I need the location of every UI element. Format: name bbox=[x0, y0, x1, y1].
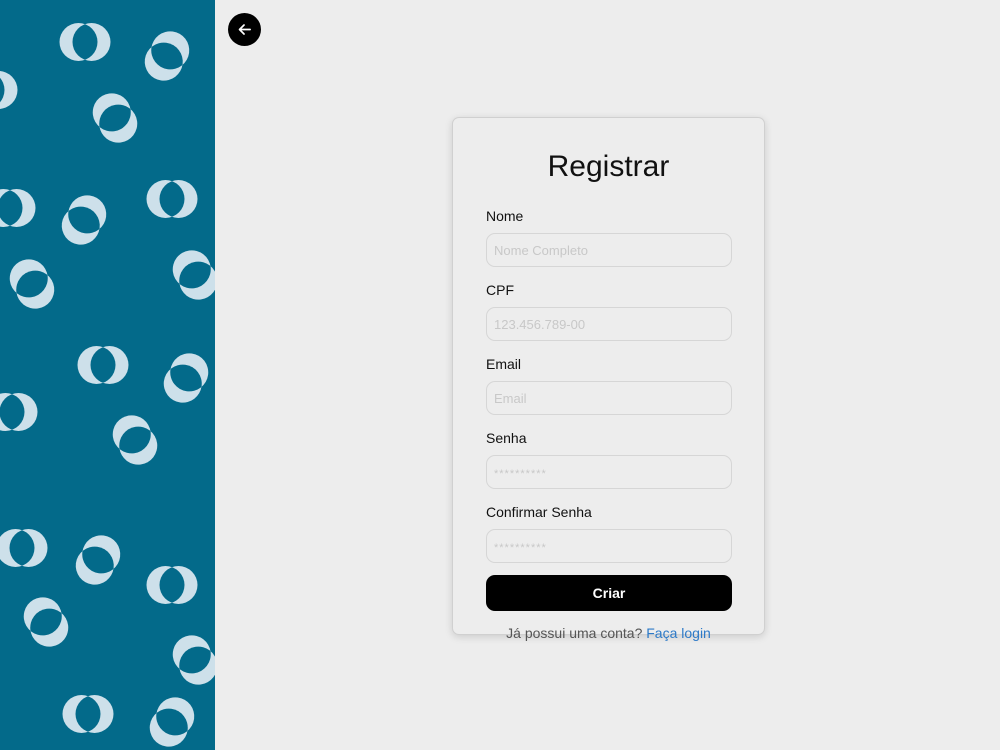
circle-pair-motif bbox=[163, 353, 209, 403]
email-label: Email bbox=[486, 356, 522, 372]
decorative-pattern-panel bbox=[0, 0, 215, 750]
cpf-label: CPF bbox=[486, 282, 514, 298]
confirm-password-input[interactable] bbox=[486, 529, 732, 563]
email-input[interactable] bbox=[486, 381, 732, 415]
login-link[interactable]: Faça login bbox=[646, 625, 711, 641]
cpf-input[interactable] bbox=[486, 307, 732, 341]
circle-pair-motif bbox=[112, 415, 158, 465]
circle-pair-motif bbox=[146, 180, 198, 218]
password-label: Senha bbox=[486, 430, 527, 446]
register-form: Nome CPF Email Senha Confirmar Senha Cri… bbox=[486, 208, 732, 641]
circle-pair-motif bbox=[149, 697, 195, 747]
password-input[interactable] bbox=[486, 455, 732, 489]
circle-pair-motif bbox=[77, 346, 129, 384]
confirm-password-label: Confirmar Senha bbox=[486, 504, 592, 520]
circle-pair-motif bbox=[0, 71, 18, 109]
login-prompt: Já possui uma conta? Faça login bbox=[486, 625, 731, 641]
login-prompt-text: Já possui uma conta? bbox=[506, 625, 643, 641]
arrow-left-icon bbox=[238, 24, 251, 35]
circle-pair-motif bbox=[172, 250, 215, 300]
circle-pair-motif bbox=[75, 535, 121, 585]
register-card: Registrar Nome CPF Email Senha Confirmar… bbox=[452, 117, 765, 641]
circle-pair-motif bbox=[61, 195, 107, 245]
page-title: Registrar bbox=[547, 150, 670, 183]
overlapping-circles-pattern bbox=[0, 23, 215, 747]
circle-pair-motif bbox=[172, 635, 215, 685]
circle-pair-motif bbox=[23, 597, 69, 647]
back-button[interactable] bbox=[228, 13, 261, 46]
circle-pair-motif bbox=[92, 93, 138, 143]
circle-pair-motif bbox=[0, 393, 38, 431]
circle-pair-motif bbox=[59, 23, 111, 61]
circle-pair-motif bbox=[0, 189, 36, 227]
name-input[interactable] bbox=[486, 233, 732, 267]
circle-pair-motif bbox=[146, 566, 198, 604]
circle-pair-motif bbox=[9, 259, 55, 309]
circle-pair-motif bbox=[144, 31, 190, 81]
circle-pair-motif bbox=[62, 695, 114, 733]
circle-pair-motif bbox=[0, 529, 48, 567]
create-account-button[interactable]: Criar bbox=[486, 575, 732, 611]
name-label: Nome bbox=[486, 208, 524, 224]
